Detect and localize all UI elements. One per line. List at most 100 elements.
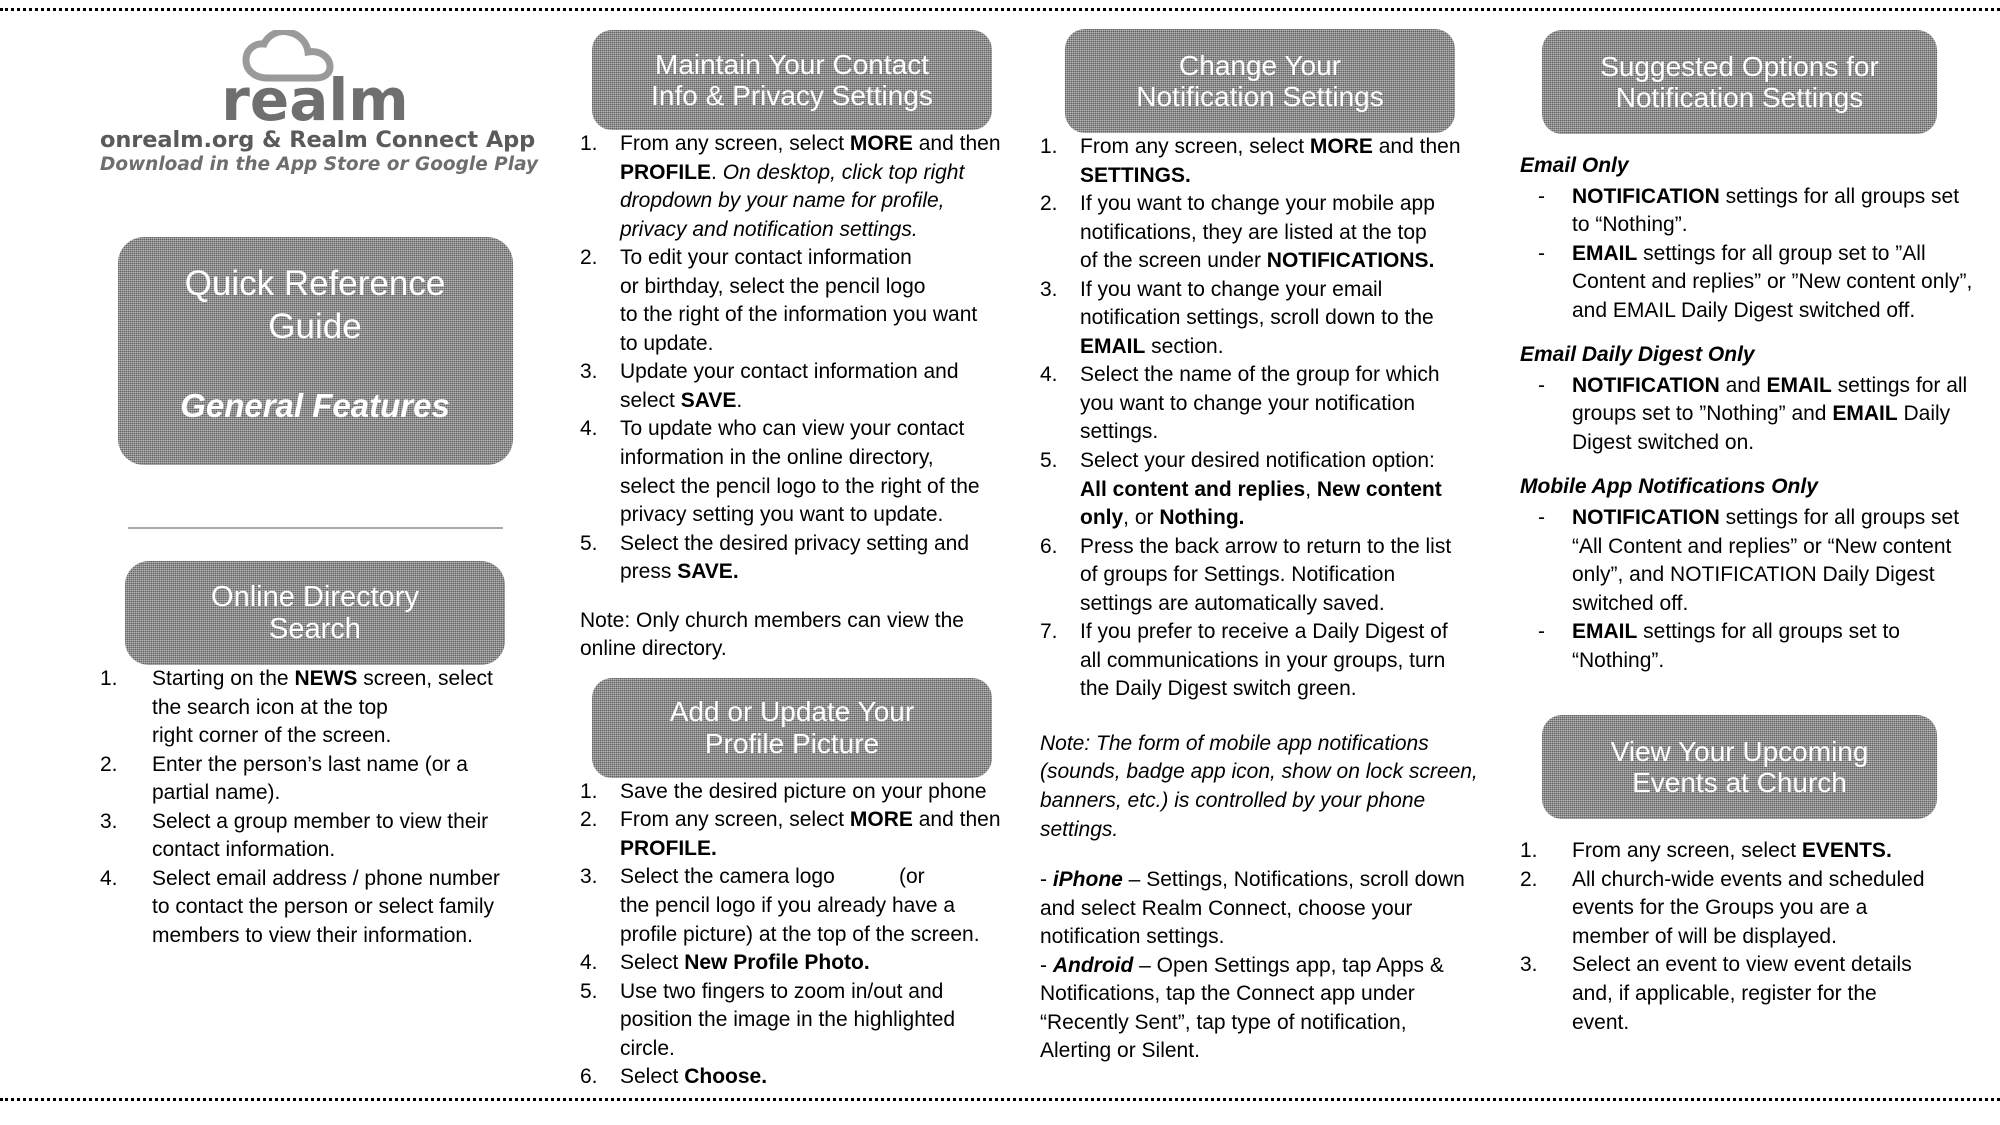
platform-notes: - iPhone – Settings, Notifications, scro… [1040, 866, 1480, 1066]
list-item-text: Select Choose. [620, 1065, 768, 1089]
list-item-number: 1. [1040, 135, 1058, 158]
platform-label: iPhone [1052, 868, 1123, 892]
option-item: - EMAIL settings for all group set to ”Al… [1538, 240, 1980, 326]
option-item: - NOTIFICATION settings for all groups se… [1538, 504, 1980, 618]
platform-note: - Android – Open Settings app, tap Apps … [1040, 952, 1480, 1066]
column-two: Maintain Your Contact Info & Privacy Set… [570, 22, 1020, 1092]
online-directory-note: Note: Only church members can view the o… [580, 608, 964, 661]
platform-dash: - [1040, 953, 1053, 977]
list-item-text: Use two fingers to zoom in/out and positi… [620, 979, 956, 1060]
quick-reference-guide-page: realm onrealm.org & Realm Connect App Do… [0, 0, 2000, 1125]
page-bottom-border [0, 1098, 2000, 1101]
list-item-text: Select the name of the group for which yo… [1080, 363, 1440, 444]
list-item-number: 2. [1040, 192, 1058, 216]
list-item: 1. Save the desired picture on your phone [580, 778, 1010, 807]
platform-note: - iPhone – Settings, Notifications, scro… [1040, 866, 1480, 952]
list-item-number: 1. [1520, 839, 1538, 863]
list-item: 4. Select the name of the group for which… [1040, 361, 1480, 447]
cloud-icon: realm [221, 30, 408, 125]
quick-reference-guide-banner: Quick Reference Guide General Features [117, 237, 513, 465]
list-item: 2. From any screen, select MORE and then P… [580, 806, 1010, 863]
maintain-contact-steps: 1. From any screen, select MORE and then P… [580, 130, 1010, 587]
list-item: 1. Starting on the NEWS screen, select the… [100, 665, 530, 751]
option-item-dash: - [1538, 506, 1545, 530]
profile-picture-heading-line-2: Profile Picture [704, 727, 880, 759]
list-item-text: All church-wide events and scheduled even… [1572, 867, 1925, 948]
list-item-text: If you want to change your mobile app not… [1080, 192, 1435, 273]
suggested-options-heading-line-2: Notification Settings [1615, 82, 1864, 113]
list-item: 4. Select email address / phone number to … [100, 865, 530, 951]
suggested-options-groups: Email Only - NOTIFICATION settings for all… [1520, 152, 1980, 675]
list-item-text: To update who can view your contact infor… [620, 417, 980, 527]
option-group-title: Email Only [1520, 154, 1629, 177]
guide-title-line-1: Quick Reference [184, 264, 446, 303]
suggested-options-heading: Suggested Options for Notification Setti… [1542, 30, 1937, 134]
list-item-text: Update your contact information and selec… [620, 360, 959, 412]
list-item-number: 5. [580, 531, 598, 555]
list-item: 6. Press the back arrow to return to the … [1040, 533, 1480, 619]
change-notification-steps: 1. From any screen, select MORE and then S… [1040, 133, 1480, 704]
realm-logo: realm [208, 30, 423, 125]
list-item-number: 2. [580, 246, 598, 270]
change-notification-heading: Change Your Notification Settings [1065, 29, 1455, 133]
list-item-text: Select an event to view event details and… [1572, 953, 1912, 1034]
list-item-number: 6. [580, 1065, 598, 1089]
option-group-title: Mobile App Notifications Only [1520, 475, 1818, 499]
list-item-text: To edit your contact information or birth… [620, 246, 978, 355]
list-item: 4. To update who can view your contact inf… [580, 415, 1010, 529]
list-item-text: If you prefer to receive a Daily Digest … [1080, 620, 1448, 701]
maintain-contact-heading-line-1: Maintain Your Contact [655, 48, 929, 80]
list-item-number: 2. [1520, 867, 1538, 891]
option-item-dash: - [1538, 373, 1545, 397]
online-directory-heading-line-1: Online Directory [211, 580, 419, 613]
notification-form-note-text: Note: The form of mobile app notificatio… [1040, 731, 1478, 841]
list-item-number: 4. [580, 951, 598, 975]
list-item-text: From any screen, select EVENTS. [1572, 839, 1892, 863]
upcoming-events-steps: 1. From any screen, select EVENTS. 2. All c… [1520, 837, 1980, 1037]
brand-line-2: Download in the App Store or Google Play [100, 154, 539, 175]
option-item: - NOTIFICATION settings for all groups se… [1538, 183, 1980, 240]
list-item-text: Select your desired notification option:… [1080, 449, 1442, 530]
list-item-number: 4. [100, 866, 118, 890]
list-item-number: 5. [1040, 449, 1058, 473]
option-item-text: NOTIFICATION settings for all groups set… [1572, 506, 1960, 615]
option-group-items: - NOTIFICATION settings for all groups se… [1520, 504, 1980, 675]
list-item: 5. Select your desired notification optio… [1040, 447, 1480, 533]
list-item: 3. If you want to change your email notifi… [1040, 276, 1480, 362]
section-divider [127, 527, 503, 529]
maintain-contact-heading-line-2: Info & Privacy Settings [651, 80, 933, 111]
list-item-text: Press the back arrow to return to the li… [1080, 534, 1452, 615]
list-item-text: Save the desired picture on your phone [620, 779, 987, 803]
list-item: 3. Select an event to view event details a… [1520, 951, 1980, 1037]
online-directory-steps: 1. Starting on the NEWS screen, select the… [100, 665, 530, 950]
upcoming-events-heading-line-2: Events at Church [1632, 767, 1847, 799]
profile-picture-heading-line-1: Add or Update Your [669, 696, 915, 728]
list-item-number: 1. [100, 667, 118, 690]
list-item-number: 4. [580, 417, 598, 441]
list-item: 2. To edit your contact information or bir… [580, 244, 1010, 358]
list-item-text: From any screen, select MORE and then SET… [1080, 135, 1461, 187]
platform-dash: - [1040, 868, 1053, 892]
option-item-dash: - [1538, 620, 1545, 644]
list-item: 4. Select New Profile Photo. [580, 949, 1010, 978]
list-item: 6. Select Choose. [580, 1063, 1010, 1092]
change-notification-heading-line-2: Notification Settings [1136, 81, 1384, 112]
option-group-title: Email Daily Digest Only [1520, 343, 1755, 367]
list-item-number: 3. [580, 360, 598, 384]
brand-logo-block: realm onrealm.org & Realm Connect App Do… [100, 30, 539, 175]
column-three: Change Your Notification Settings 1. From… [1020, 22, 1490, 1066]
page-top-border [0, 8, 2000, 11]
option-group-items: - NOTIFICATION settings for all groups se… [1520, 183, 1980, 326]
option-item-dash: - [1538, 184, 1545, 208]
list-item-number: 3. [100, 809, 118, 833]
list-item: 1. From any screen, select EVENTS. [1520, 837, 1980, 866]
profile-picture-steps: 1. Save the desired picture on your phone… [580, 778, 1010, 1092]
list-item: 3. Select a group member to view their con… [100, 808, 530, 865]
list-item-number: 3. [580, 865, 598, 889]
list-item: 2. Enter the person’s last name (or a part… [100, 751, 530, 808]
list-item-number: 1. [580, 132, 598, 155]
list-item-text: Select the camera logo (or the pencil log… [620, 865, 980, 946]
option-item: - EMAIL settings for all groups set to “N… [1538, 618, 1980, 675]
change-notification-heading-line-1: Change Your [1179, 49, 1341, 81]
upcoming-events-heading-line-1: View Your Upcoming [1610, 735, 1869, 767]
